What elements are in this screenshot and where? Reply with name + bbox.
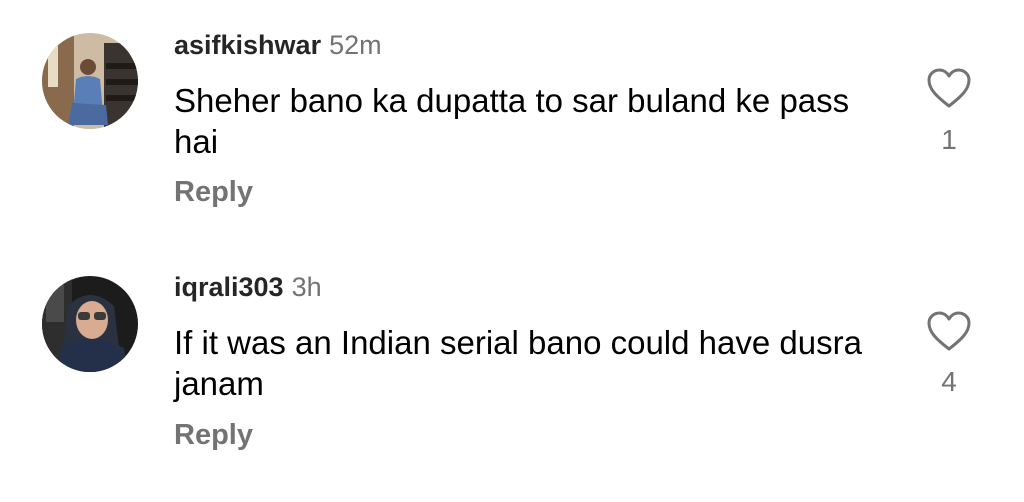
avatar[interactable] — [42, 276, 138, 372]
comment-meta: iqrali303 3h — [174, 272, 322, 302]
like-count: 4 — [941, 366, 957, 397]
reply-button[interactable]: Reply — [174, 419, 253, 452]
username[interactable]: iqrali303 — [174, 272, 284, 302]
comment-text: If it was an Indian serial bano could ha… — [174, 324, 862, 402]
heart-outline-icon[interactable] — [926, 310, 972, 352]
comment-item: iqrali303 3h If it was an Indian serial b… — [0, 0, 1024, 502]
timestamp: 3h — [291, 272, 322, 302]
